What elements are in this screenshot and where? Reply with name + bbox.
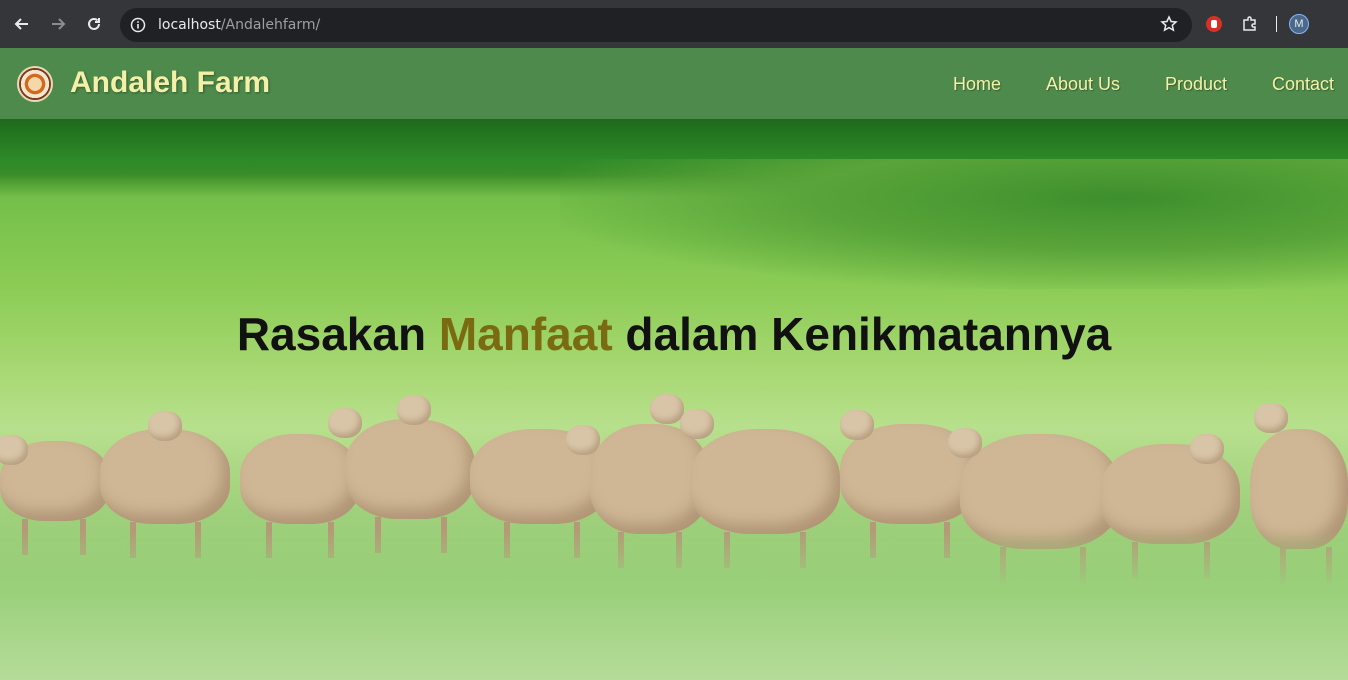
nav-about-us[interactable]: About Us: [1046, 74, 1120, 95]
url-text[interactable]: localhost/Andalehfarm/: [158, 17, 320, 33]
reload-icon[interactable]: [80, 10, 108, 38]
site-header: Andaleh Farm Home About Us Product Conta…: [0, 48, 1348, 119]
sheep: [0, 435, 110, 555]
nav-contact[interactable]: Contact: [1272, 74, 1334, 95]
hero-title-highlight: Manfaat: [438, 308, 613, 360]
sheep: [100, 411, 230, 558]
hero-hill: [560, 159, 1348, 289]
hero-title-end: dalam Kenikmatannya: [625, 308, 1112, 360]
back-icon[interactable]: [8, 10, 36, 38]
toolbar-divider: [1276, 16, 1277, 32]
forward-icon[interactable]: [44, 10, 72, 38]
address-bar[interactable]: localhost/Andalehfarm/: [120, 8, 1192, 42]
sheep: [240, 408, 362, 558]
extensions-puzzle-icon[interactable]: [1236, 10, 1264, 38]
extensions-area: M: [1200, 10, 1309, 38]
url-host: localhost: [158, 17, 221, 33]
sheep: [1100, 434, 1240, 578]
hero-title-start: Rasakan: [236, 308, 427, 360]
hero-title: Rasakan Manfaat dalam Kenikmatannya: [0, 307, 1348, 361]
hero-banner: Rasakan Manfaat dalam Kenikmatannya: [0, 119, 1348, 680]
hero-grass-foreground: [0, 530, 1348, 680]
profile-avatar[interactable]: M: [1289, 14, 1309, 34]
sheep: [470, 425, 610, 558]
browser-toolbar: localhost/Andalehfarm/ M: [0, 0, 1348, 48]
bookmark-star-icon[interactable]: [1160, 15, 1178, 38]
nav-product[interactable]: Product: [1165, 74, 1227, 95]
url-path: /Andalehfarm/: [220, 17, 321, 33]
site-info-icon[interactable]: [128, 15, 148, 35]
nav-home[interactable]: Home: [953, 74, 1001, 95]
farm-logo[interactable]: [17, 66, 53, 102]
sheep: [345, 395, 475, 553]
extension-stop-icon[interactable]: [1200, 10, 1228, 38]
brand-title[interactable]: Andaleh Farm: [70, 66, 270, 100]
sheep: [680, 409, 840, 568]
